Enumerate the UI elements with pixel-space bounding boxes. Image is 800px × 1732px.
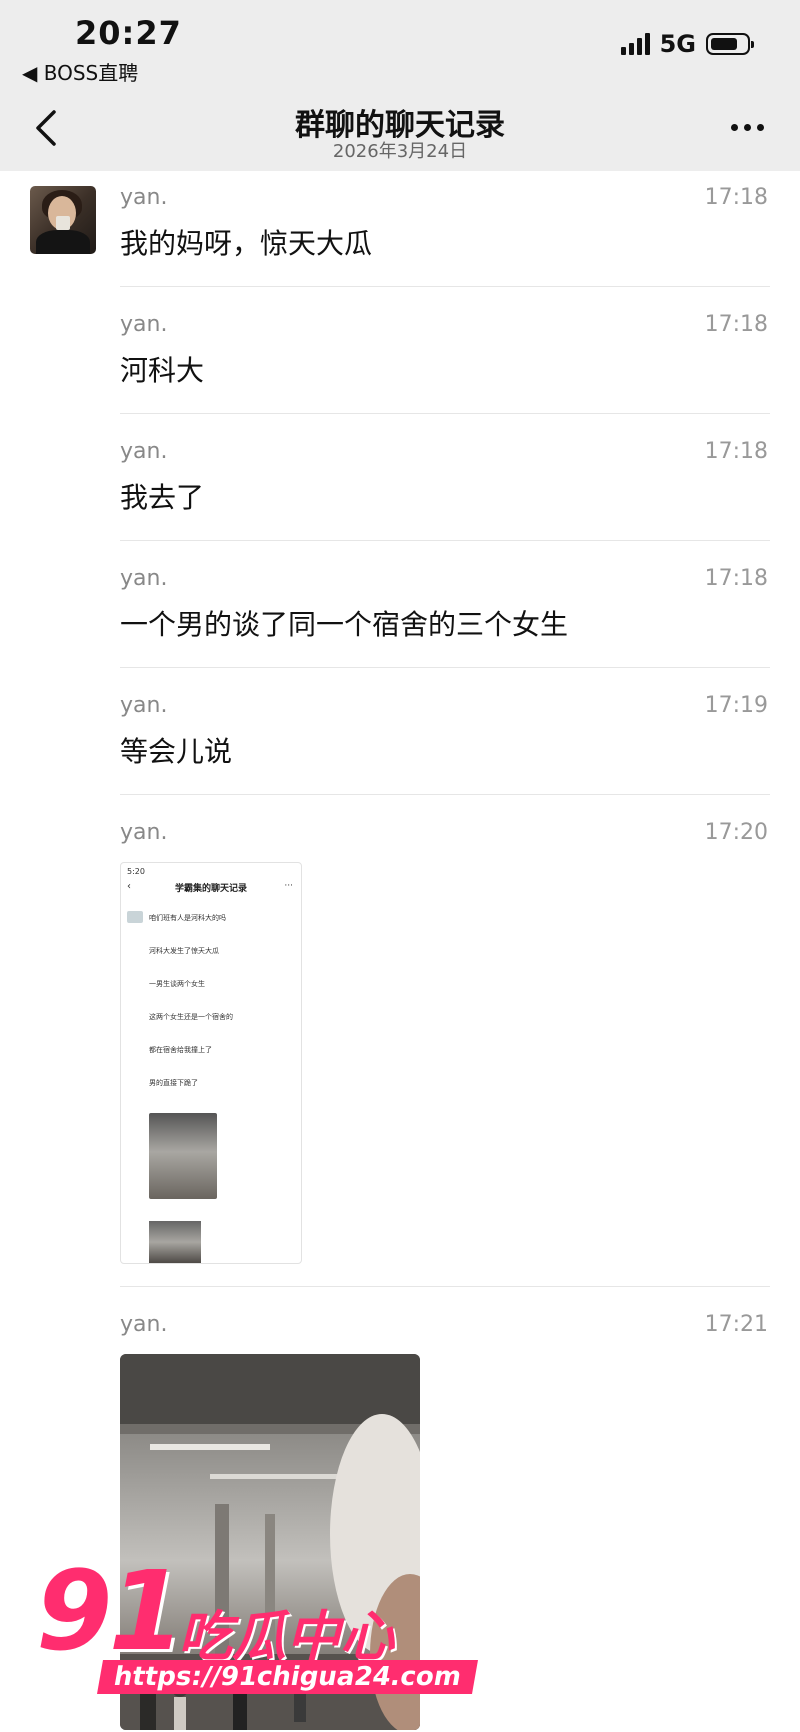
more-dots-icon xyxy=(731,124,738,131)
thumb-status-time: 5:20 xyxy=(127,867,145,876)
status-icons: 5G xyxy=(620,30,754,58)
message-text[interactable]: 一个男的谈了同一个宿舍的三个女生 xyxy=(120,603,568,643)
top-bar: 20:27 ◀ BOSS直聘 5G 群聊的聊天记录 2026年3月24日 xyxy=(0,0,800,171)
thumb-row: 这两个女生还是一个宿舍的 xyxy=(149,1013,233,1021)
message-item: yan. 17:18 我的妈呀，惊天大瓜 xyxy=(120,185,770,285)
signal-icon xyxy=(620,33,650,55)
message-time: 17:18 xyxy=(704,439,768,464)
divider xyxy=(120,667,770,668)
thumb-row: 男的直接下跪了 xyxy=(149,1079,198,1087)
message-sender[interactable]: yan. xyxy=(120,820,167,845)
battery-icon xyxy=(706,33,754,55)
message-item: yan. 17:18 河科大 xyxy=(120,312,770,412)
message-sender[interactable]: yan. xyxy=(120,1312,167,1337)
message-text[interactable]: 我去了 xyxy=(120,476,204,516)
thumb-photo xyxy=(149,1113,217,1199)
message-time: 17:18 xyxy=(704,312,768,337)
status-time: 20:27 xyxy=(75,14,182,52)
thumb-row: 都在宿舍给我撞上了 xyxy=(149,1046,212,1054)
watermark-url: https://91chigua24.com xyxy=(97,1660,478,1694)
message-time: 17:19 xyxy=(704,693,768,718)
message-time: 17:18 xyxy=(704,566,768,591)
thumb-photo xyxy=(149,1221,201,1263)
message-sender[interactable]: yan. xyxy=(120,693,167,718)
chat-screenshot-image[interactable]: 5:20 学霸集的聊天记录 ‹ ··· 咱们班有人是河科大的吗 河科大发生了惊天… xyxy=(120,862,302,1264)
message-time: 17:21 xyxy=(704,1312,768,1337)
message-sender[interactable]: yan. xyxy=(120,185,167,210)
message-text[interactable]: 我的妈呀，惊天大瓜 xyxy=(120,222,372,262)
divider xyxy=(120,794,770,795)
message-item: yan. 17:19 等会儿说 xyxy=(120,693,770,793)
page-subtitle-date: 2026年3月24日 xyxy=(332,141,468,162)
message-sender[interactable]: yan. xyxy=(120,312,167,337)
back-to-app-link[interactable]: ◀ BOSS直聘 xyxy=(22,57,138,86)
thumb-title: 学霸集的聊天记录 xyxy=(174,884,247,894)
more-button[interactable] xyxy=(731,124,764,131)
thumb-back-icon: ‹ xyxy=(127,881,131,892)
message-item: yan. 17:18 一个男的谈了同一个宿舍的三个女生 xyxy=(120,566,770,666)
divider xyxy=(120,1286,770,1287)
message-sender[interactable]: yan. xyxy=(120,439,167,464)
avatar[interactable] xyxy=(30,186,96,254)
message-time: 17:18 xyxy=(704,185,768,210)
divider xyxy=(120,540,770,541)
thumb-more-icon: ··· xyxy=(284,881,293,891)
message-text[interactable]: 等会儿说 xyxy=(120,730,232,770)
message-sender[interactable]: yan. xyxy=(120,566,167,591)
network-type: 5G xyxy=(659,30,696,58)
message-text[interactable]: 河科大 xyxy=(120,349,204,389)
thumb-row: 一男生谈两个女生 xyxy=(149,980,205,988)
watermark-logo-number: 91 xyxy=(36,1547,185,1675)
thumb-row: 咱们班有人是河科大的吗 xyxy=(149,914,226,922)
message-item: yan. 17:20 5:20 学霸集的聊天记录 ‹ ··· 咱们班有人是河科大… xyxy=(120,820,770,1264)
thumb-avatar xyxy=(127,911,143,923)
thumb-row: 河科大发生了惊天大瓜 xyxy=(149,947,219,955)
divider xyxy=(120,286,770,287)
message-item: yan. 17:18 我去了 xyxy=(120,439,770,539)
divider xyxy=(120,413,770,414)
message-time: 17:20 xyxy=(704,820,768,845)
